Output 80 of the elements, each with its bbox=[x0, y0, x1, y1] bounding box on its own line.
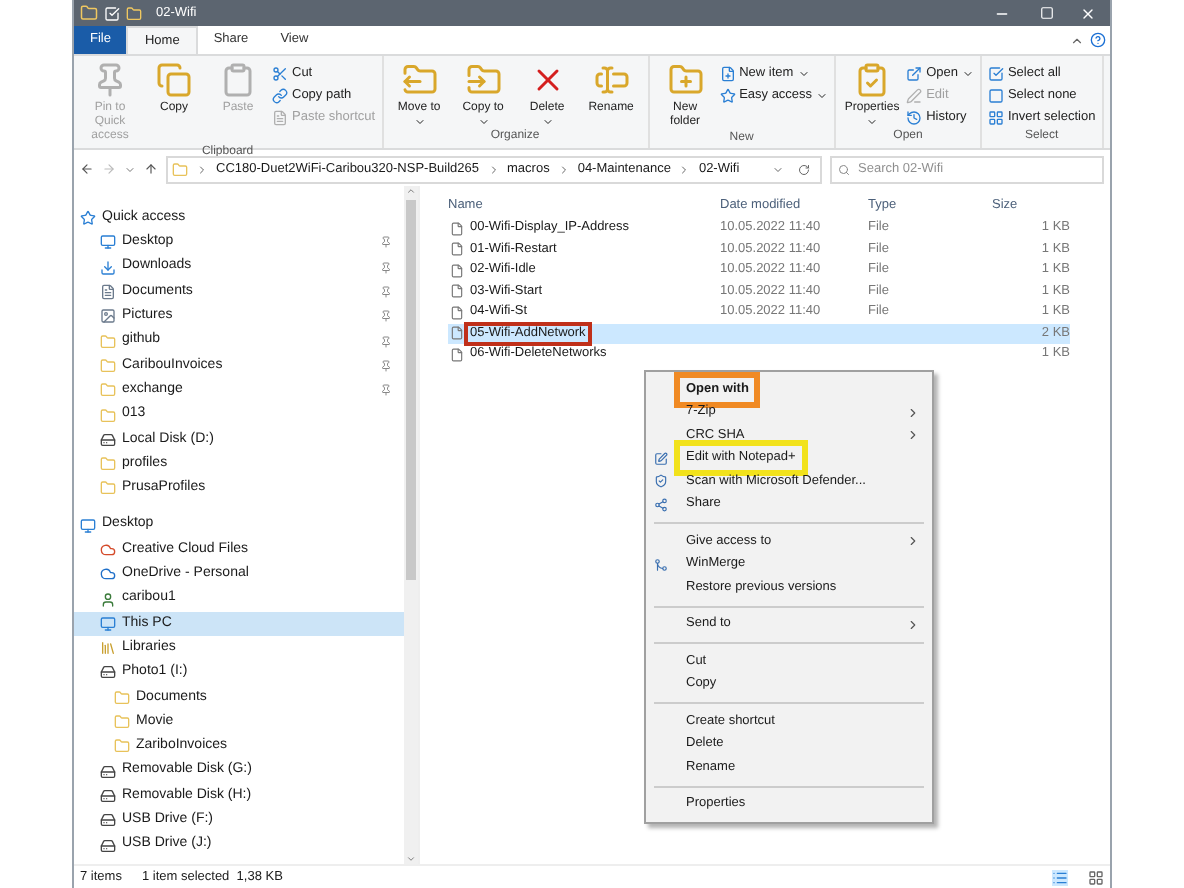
ribbon-icon bbox=[906, 109, 923, 125]
nav-icon bbox=[100, 357, 116, 374]
file-icon bbox=[450, 221, 464, 236]
nav-icon bbox=[114, 738, 130, 755]
nav-icon bbox=[100, 284, 116, 301]
scrollbar[interactable] bbox=[404, 186, 418, 864]
breadcrumb-separator-icon bbox=[557, 163, 570, 175]
file-icon bbox=[450, 305, 464, 320]
nav-icon bbox=[114, 714, 130, 731]
nav-icon bbox=[100, 333, 116, 350]
new-folder-icon[interactable] bbox=[126, 5, 142, 21]
folder-icon bbox=[172, 161, 188, 177]
nav-icon bbox=[100, 308, 116, 325]
ribbon-icon bbox=[272, 65, 288, 81]
ribbon-icon bbox=[719, 65, 736, 81]
nav-icon bbox=[80, 517, 96, 534]
caret-icon bbox=[477, 116, 490, 128]
nav-icon bbox=[100, 431, 116, 448]
ribbon-icon bbox=[906, 87, 923, 103]
menu-item-icon bbox=[654, 474, 668, 489]
caret-icon bbox=[413, 116, 426, 128]
scroll-down-icon[interactable] bbox=[406, 854, 416, 864]
maximize-icon[interactable] bbox=[1040, 6, 1054, 20]
breadcrumb-separator-icon bbox=[196, 163, 208, 175]
ribbon-icon bbox=[220, 62, 256, 98]
nav-icon bbox=[100, 787, 116, 804]
nav-icon bbox=[100, 615, 116, 632]
ribbon-icon bbox=[906, 65, 923, 81]
nav-icon bbox=[100, 664, 116, 681]
nav-icon bbox=[100, 480, 116, 497]
collapse-ribbon-icon[interactable] bbox=[1070, 33, 1084, 47]
ribbon-icon bbox=[465, 62, 502, 98]
search-icon bbox=[838, 163, 850, 175]
file-icon bbox=[450, 242, 464, 257]
nav-icon bbox=[80, 210, 96, 227]
ribbon-icon bbox=[987, 87, 1004, 103]
nav-icon bbox=[100, 382, 116, 399]
menu-item-icon bbox=[654, 557, 668, 572]
file-icon bbox=[450, 326, 464, 341]
ribbon-icon bbox=[667, 62, 704, 98]
scroll-up-icon[interactable] bbox=[406, 186, 416, 196]
ribbon-icon bbox=[92, 62, 128, 98]
folder-icon bbox=[80, 4, 98, 22]
help-icon[interactable] bbox=[1090, 32, 1106, 48]
nav-icon bbox=[100, 640, 116, 657]
nav-icon bbox=[100, 837, 116, 854]
nav-icon bbox=[100, 763, 116, 780]
nav-icon bbox=[100, 591, 116, 608]
back-icon[interactable] bbox=[80, 162, 94, 176]
ribbon-icon bbox=[719, 87, 736, 103]
menu-item-icon bbox=[654, 451, 668, 466]
file-icon bbox=[450, 284, 464, 299]
ribbon-icon bbox=[593, 62, 630, 98]
nav-icon bbox=[100, 407, 116, 424]
details-view-icon[interactable] bbox=[1052, 869, 1068, 885]
nav-icon bbox=[100, 259, 116, 276]
nav-icon bbox=[114, 689, 130, 706]
ribbon-icon bbox=[156, 62, 192, 98]
ribbon-icon bbox=[987, 65, 1004, 81]
caret-icon bbox=[961, 67, 974, 79]
ribbon-icon bbox=[272, 109, 288, 125]
breadcrumb-separator-icon bbox=[678, 163, 691, 175]
file-icon bbox=[450, 347, 464, 362]
file-icon bbox=[450, 263, 464, 278]
caret-icon bbox=[541, 116, 554, 128]
close-icon[interactable] bbox=[1080, 5, 1096, 21]
ribbon-icon bbox=[987, 109, 1004, 125]
nav-icon bbox=[100, 456, 116, 473]
nav-icon bbox=[100, 234, 116, 251]
ribbon-icon bbox=[854, 62, 891, 98]
ribbon-icon bbox=[401, 62, 438, 98]
breadcrumb-separator-icon bbox=[487, 163, 500, 175]
menu-item-icon bbox=[654, 497, 668, 512]
tiles-view-icon[interactable] bbox=[1088, 869, 1104, 885]
refresh-icon[interactable] bbox=[798, 163, 810, 175]
up-icon[interactable] bbox=[144, 162, 158, 176]
ribbon-icon bbox=[272, 87, 288, 103]
caret-icon bbox=[866, 116, 879, 128]
nav-icon bbox=[100, 812, 116, 829]
properties-icon[interactable] bbox=[104, 5, 120, 21]
